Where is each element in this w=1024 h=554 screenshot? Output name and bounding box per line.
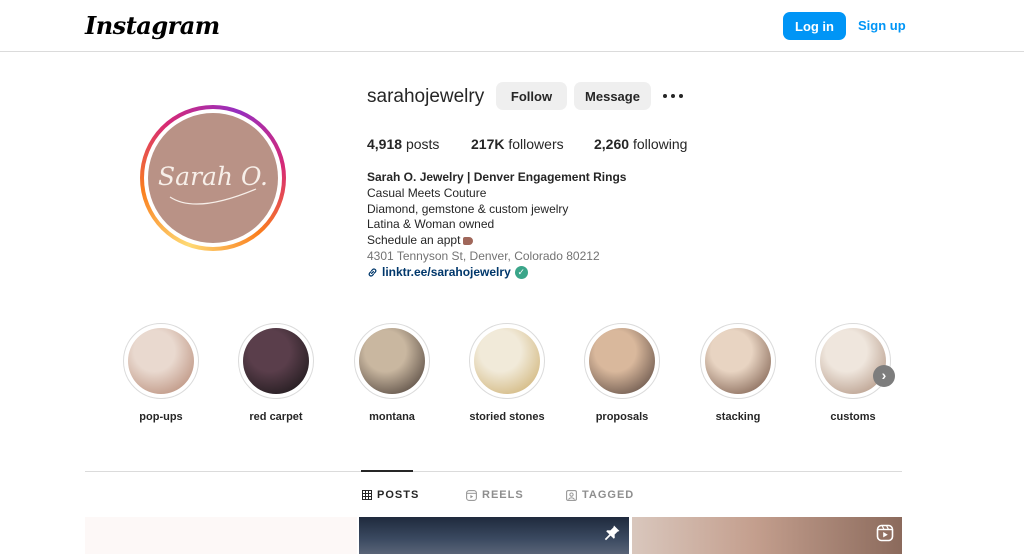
highlight-ring	[238, 323, 314, 399]
avatar-logo-icon: Sarah O.	[158, 162, 268, 205]
active-tab-indicator	[361, 470, 413, 472]
highlight-cover	[243, 328, 309, 394]
bio-link[interactable]: linktr.ee/sarahojewelry ✓	[367, 265, 528, 281]
highlight-ring	[354, 323, 430, 399]
bio-link-text: linktr.ee/sarahojewelry	[382, 264, 511, 279]
message-button[interactable]: Message	[574, 82, 651, 110]
bio-line: Latina & Woman owned	[367, 217, 495, 232]
tab-reels[interactable]: REELS	[466, 489, 524, 501]
posts-count: 4,918	[367, 136, 403, 152]
reels-tab-icon	[466, 489, 477, 501]
highlight-label: stacking	[715, 411, 761, 423]
posts-stat: 4,918 posts	[367, 136, 439, 152]
top-bar: Instagram Log in Sign up	[0, 0, 1024, 52]
highlight-label: proposals	[595, 411, 649, 423]
tagged-icon	[566, 489, 577, 501]
highlight-label: customs	[830, 411, 876, 423]
avatar-image: Sarah O.	[148, 113, 278, 243]
following-count: 2,260	[594, 136, 630, 152]
posts-label: posts	[405, 136, 440, 152]
followers-label: followers	[508, 136, 564, 152]
bio-line: Casual Meets Couture	[367, 185, 487, 200]
reels-icon	[876, 524, 894, 542]
highlight-label: red carpet	[249, 411, 303, 423]
highlight-ring	[700, 323, 776, 399]
highlight-item[interactable]: stacking	[698, 323, 778, 423]
highlight-ring	[469, 323, 545, 399]
highlight-ring	[584, 323, 660, 399]
highlight-item[interactable]: montana	[352, 323, 432, 423]
avatar-logo-text: Sarah O.	[158, 162, 268, 191]
following-label: following	[632, 136, 688, 152]
highlight-ring	[123, 323, 199, 399]
highlight-cover	[128, 328, 194, 394]
followers-count: 217K	[471, 136, 505, 152]
profile-username: sarahojewelry	[367, 86, 485, 107]
highlight-label: montana	[369, 411, 415, 423]
highlight-item[interactable]: proposals	[582, 323, 662, 423]
profile-bio: Sarah O. Jewelry | Denver Engagement Rin…	[367, 170, 626, 283]
tab-tagged[interactable]: TAGGED	[566, 489, 634, 501]
highlight-cover	[359, 328, 425, 394]
grid-icon	[362, 490, 372, 500]
link-icon	[368, 268, 377, 277]
profile-avatar[interactable]: Sarah O.	[140, 105, 286, 251]
post-thumbnail[interactable]	[85, 517, 357, 554]
highlight-label: storied stones	[469, 411, 545, 423]
bio-address[interactable]: 4301 Tennyson St, Denver, Colorado 80212	[367, 249, 626, 265]
highlight-item[interactable]: red carpet	[236, 323, 316, 423]
pointing-hand-icon	[463, 237, 474, 246]
follow-button[interactable]: Follow	[496, 82, 567, 110]
bio-line: Schedule an appt	[367, 233, 626, 249]
post-thumbnail[interactable]	[359, 517, 629, 554]
bio-name: Sarah O. Jewelry | Denver Engagement Rin…	[367, 170, 627, 184]
highlight-cover	[589, 328, 655, 394]
login-button[interactable]: Log in	[783, 12, 846, 40]
highlight-label: pop-ups	[139, 411, 183, 423]
tabs-divider	[85, 471, 902, 472]
next-arrow-icon[interactable]: ›	[873, 365, 895, 387]
highlight-item[interactable]: storied stones	[467, 323, 547, 423]
highlight-ring	[815, 323, 891, 399]
pin-icon	[604, 525, 620, 541]
following-stat[interactable]: 2,260 following	[594, 136, 687, 152]
post-thumbnail[interactable]	[632, 517, 902, 554]
instagram-logo[interactable]: Instagram	[85, 11, 220, 40]
signup-link[interactable]: Sign up	[858, 18, 906, 33]
tab-posts[interactable]: POSTS	[362, 489, 419, 501]
more-options-icon[interactable]	[661, 87, 685, 105]
verified-check-icon: ✓	[514, 266, 528, 280]
bio-line: Diamond, gemstone & custom jewelry	[367, 201, 569, 216]
highlight-cover	[705, 328, 771, 394]
highlight-item[interactable]: pop-ups	[121, 323, 201, 423]
highlight-cover	[474, 328, 540, 394]
followers-stat[interactable]: 217K followers	[471, 136, 564, 152]
